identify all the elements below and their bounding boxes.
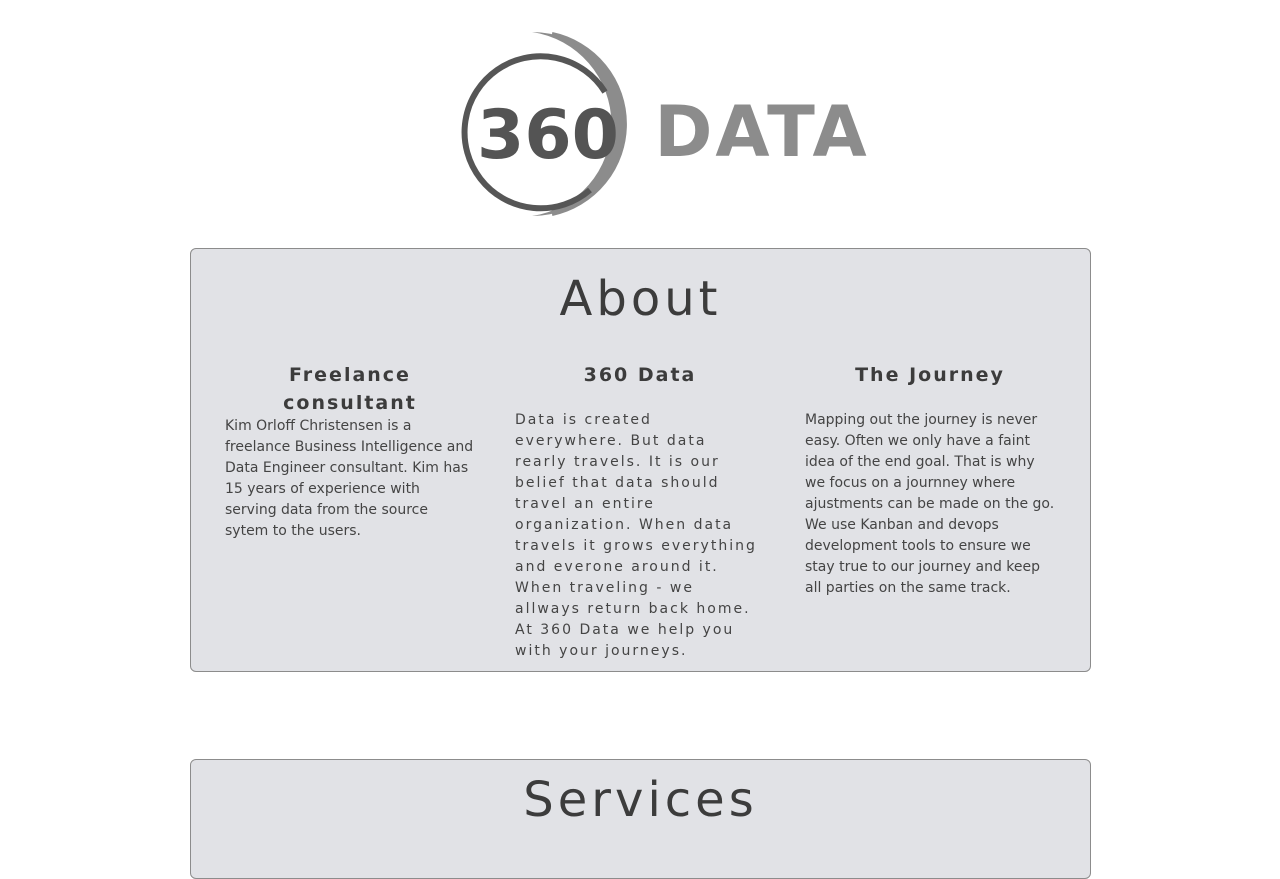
services-title: Services [523, 772, 758, 828]
logo-graphic: 360 DATA [461, 32, 869, 217]
about-section: About Freelance consultant Kim Orloff Ch… [190, 248, 1091, 672]
column-text: Mapping out the journey is never easy. O… [805, 412, 1055, 596]
about-column-360data: 360 Data Data is created everywhere. But… [515, 361, 765, 662]
column-title: Freelance consultant [283, 364, 417, 414]
column-title: 360 Data [583, 364, 697, 386]
column-text: Kim Orloff Christensen is a freelance Bu… [225, 418, 474, 539]
column-title: The Journey [855, 364, 1005, 386]
about-title: About [559, 271, 722, 327]
logo-word: DATA [654, 91, 869, 173]
logo-number: 360 [477, 96, 619, 175]
about-column-journey: The Journey Mapping out the journey is n… [805, 361, 1055, 599]
about-column-freelance: Freelance consultant Kim Orloff Christen… [225, 361, 475, 542]
services-section: Services [190, 759, 1091, 879]
site-logo: 360 DATA [440, 20, 900, 225]
column-text: Data is created everywhere. But data rea… [515, 412, 757, 659]
